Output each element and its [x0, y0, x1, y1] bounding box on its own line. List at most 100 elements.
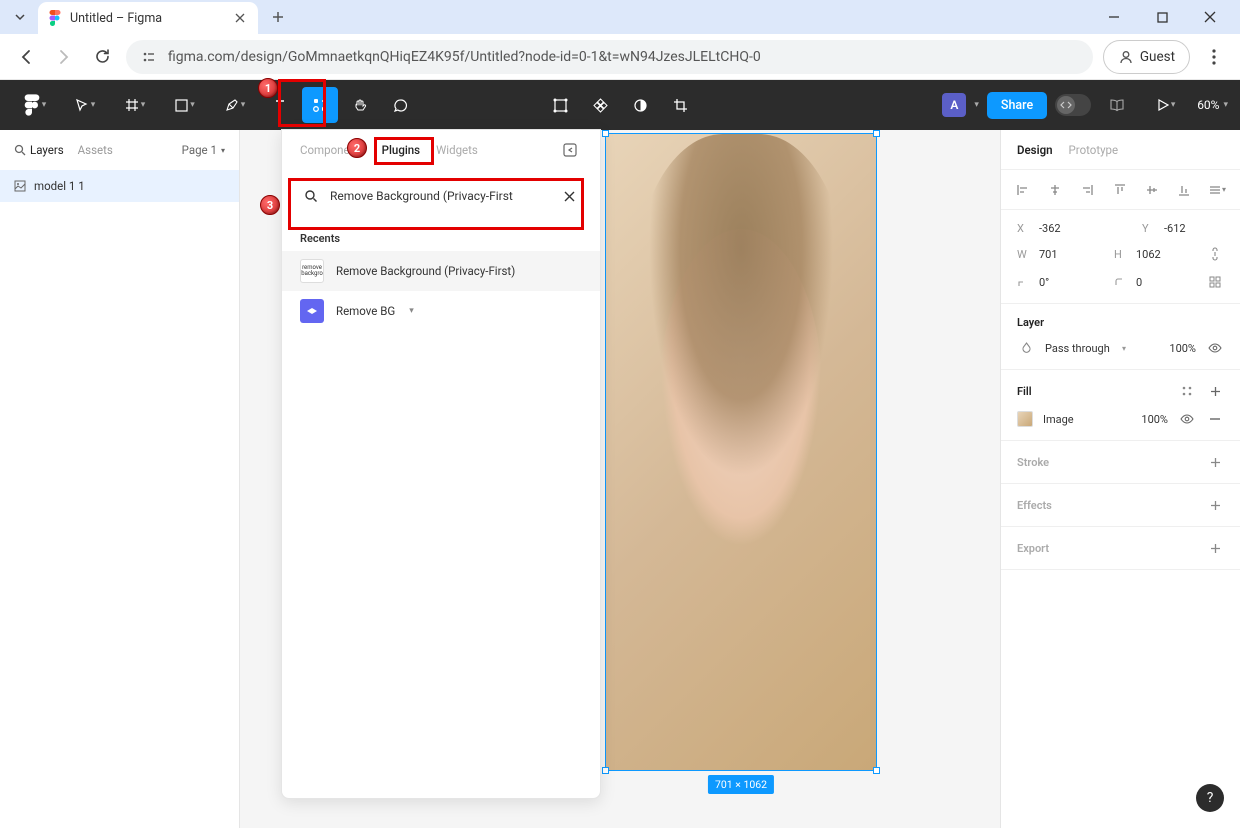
prototype-tab[interactable]: Prototype — [1069, 143, 1119, 157]
shape-tool-button[interactable]: ▾ — [162, 87, 208, 123]
frame-tool-button[interactable]: ▾ — [112, 87, 158, 123]
plugin-label: Remove Background (Privacy-First) — [336, 264, 515, 278]
collapse-panel-icon[interactable] — [558, 138, 582, 162]
export-section: Export — [1001, 527, 1240, 570]
distribute-icon[interactable]: ▾ — [1208, 181, 1226, 199]
corner-details-icon[interactable] — [1206, 273, 1224, 291]
align-top-icon[interactable] — [1112, 181, 1128, 199]
clear-search-icon[interactable] — [560, 187, 578, 205]
resize-handle-tl[interactable] — [602, 130, 609, 137]
y-input[interactable]: -612 — [1164, 222, 1224, 235]
main-menu-button[interactable]: ▾ — [12, 87, 58, 123]
dimensions-badge: 701 × 1062 — [708, 775, 774, 794]
blend-mode-select[interactable]: Pass through — [1045, 342, 1112, 355]
back-button[interactable] — [12, 43, 40, 71]
fill-opacity[interactable]: 100% — [1108, 413, 1168, 426]
crop-button[interactable] — [662, 87, 698, 123]
add-export-icon[interactable] — [1206, 539, 1224, 557]
url-input[interactable]: figma.com/design/GoMmnaetkqnQHiqEZ4K95f/… — [126, 40, 1093, 74]
mask-button[interactable] — [622, 87, 658, 123]
user-icon — [1118, 49, 1134, 65]
fill-type[interactable]: Image — [1043, 413, 1098, 426]
plugin-label: Remove BG — [336, 304, 395, 318]
alignment-controls: ▾ — [1001, 170, 1240, 210]
plugin-search-input[interactable] — [330, 189, 548, 203]
browser-menu-button[interactable] — [1200, 43, 1228, 71]
callout-3: 3 — [260, 195, 280, 215]
edit-object-button[interactable] — [542, 87, 578, 123]
browser-tab-strip: Untitled – Figma — [0, 0, 1240, 34]
fill-visibility-icon[interactable] — [1178, 410, 1196, 428]
hand-tool-button[interactable] — [342, 87, 378, 123]
component-button[interactable] — [582, 87, 618, 123]
plugins-tab[interactable]: Plugins — [382, 143, 420, 157]
help-button[interactable]: ? — [1196, 784, 1224, 812]
layers-tab[interactable]: Layers — [14, 143, 64, 157]
library-button[interactable] — [1099, 87, 1135, 123]
forward-button[interactable] — [50, 43, 78, 71]
constrain-icon[interactable] — [1206, 245, 1224, 263]
add-effect-icon[interactable] — [1206, 496, 1224, 514]
new-tab-button[interactable] — [264, 3, 292, 31]
rotation-input[interactable]: 0° — [1039, 276, 1104, 289]
browser-tab[interactable]: Untitled – Figma — [38, 2, 258, 34]
corner-icon — [1114, 277, 1126, 288]
fill-section: Fill Image 100% — [1001, 370, 1240, 441]
resize-handle-tr[interactable] — [873, 130, 880, 137]
tab-menu-button[interactable] — [8, 5, 32, 29]
resources-tool-button[interactable] — [302, 87, 338, 123]
page-selector[interactable]: Page 1▾ — [182, 143, 225, 157]
align-right-icon[interactable] — [1079, 181, 1095, 199]
zoom-control[interactable]: 60%▾ — [1197, 98, 1228, 112]
minimize-button[interactable] — [1100, 3, 1128, 31]
recents-heading: Recents — [282, 222, 600, 251]
visibility-icon[interactable] — [1206, 339, 1224, 357]
resize-handle-br[interactable] — [873, 767, 880, 774]
add-fill-icon[interactable] — [1206, 382, 1224, 400]
comment-tool-button[interactable] — [382, 87, 418, 123]
h-input[interactable]: 1062 — [1136, 248, 1196, 261]
tab-close-icon[interactable] — [232, 10, 248, 26]
plugin-search — [294, 178, 588, 214]
corner-input[interactable]: 0 — [1136, 276, 1196, 289]
present-button[interactable]: ▾ — [1143, 87, 1189, 123]
align-left-icon[interactable] — [1015, 181, 1031, 199]
user-avatar[interactable]: A — [942, 93, 966, 117]
x-input[interactable]: -362 — [1039, 222, 1132, 235]
plugin-item[interactable]: Remove BG ▾ — [282, 291, 600, 331]
search-icon — [14, 144, 26, 156]
selected-image-frame[interactable]: 701 × 1062 — [605, 133, 877, 771]
site-settings-icon[interactable] — [140, 48, 158, 66]
align-vcenter-icon[interactable] — [1144, 181, 1160, 199]
maximize-button[interactable] — [1148, 3, 1176, 31]
add-stroke-icon[interactable] — [1206, 453, 1224, 471]
pen-tool-button[interactable]: ▾ — [212, 87, 258, 123]
close-window-button[interactable] — [1196, 3, 1224, 31]
fill-styles-icon[interactable] — [1178, 382, 1196, 400]
resize-handle-bl[interactable] — [602, 767, 609, 774]
opacity-input[interactable]: 100% — [1136, 342, 1196, 355]
design-panel: Design Prototype ▾ X -362 Y -612 W 701 H — [1000, 130, 1240, 828]
image-layer-icon — [14, 180, 26, 192]
guest-profile-button[interactable]: Guest — [1103, 40, 1190, 74]
transform-section: X -362 Y -612 W 701 H 1062 0° 0 — [1001, 210, 1240, 304]
stroke-section: Stroke — [1001, 441, 1240, 484]
widgets-tab[interactable]: Widgets — [436, 143, 478, 157]
align-hcenter-icon[interactable] — [1047, 181, 1063, 199]
design-tab[interactable]: Design — [1017, 143, 1053, 157]
reload-button[interactable] — [88, 43, 116, 71]
w-input[interactable]: 701 — [1039, 248, 1104, 261]
move-tool-button[interactable]: ▾ — [62, 87, 108, 123]
remove-fill-icon[interactable] — [1206, 410, 1224, 428]
canvas[interactable]: 701 × 1062 Components Plugins Widgets Re… — [240, 130, 1000, 828]
fill-thumbnail[interactable] — [1017, 411, 1033, 427]
layer-item[interactable]: model 1 1 — [0, 170, 239, 202]
code-icon — [1057, 96, 1075, 114]
align-bottom-icon[interactable] — [1176, 181, 1192, 199]
chevron-down-icon: ▾ — [409, 306, 414, 316]
resources-panel: Components Plugins Widgets Recents remov… — [281, 129, 601, 799]
assets-tab[interactable]: Assets — [78, 143, 113, 157]
plugin-item[interactable]: removebackgro Remove Background (Privacy… — [282, 251, 600, 291]
share-button[interactable]: Share — [987, 92, 1047, 119]
dev-mode-toggle[interactable] — [1055, 94, 1091, 116]
